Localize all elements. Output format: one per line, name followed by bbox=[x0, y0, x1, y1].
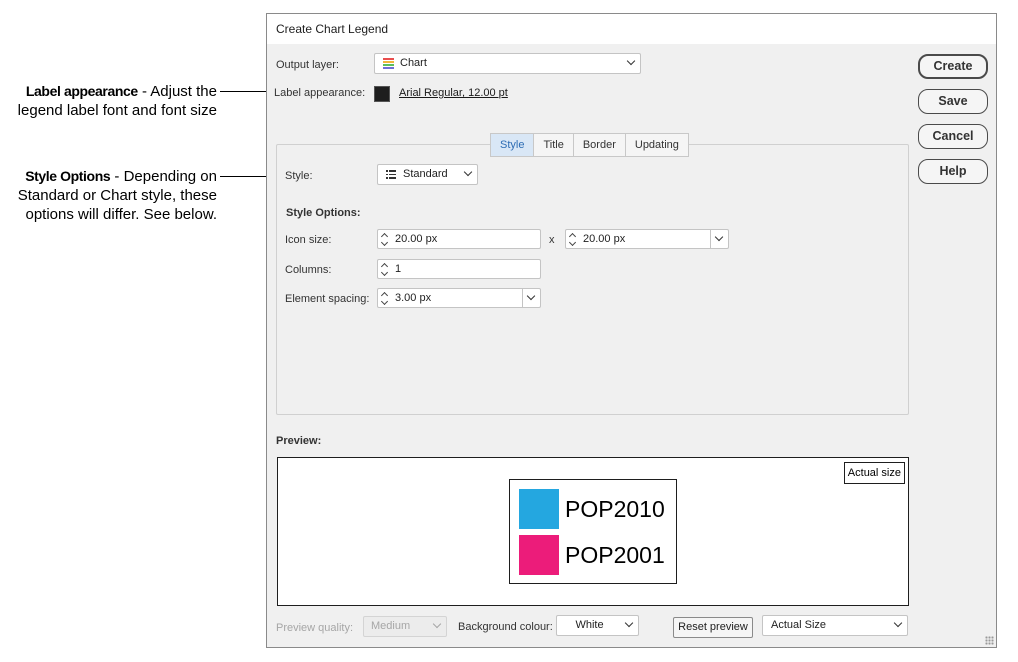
chevron-down-icon bbox=[432, 619, 442, 629]
legend-preview: POP2010 POP2001 bbox=[509, 479, 677, 584]
icon-size-height-input[interactable]: 20.00 px bbox=[565, 229, 729, 249]
chevron-down-icon[interactable] bbox=[710, 230, 728, 248]
columns-input[interactable]: 1 bbox=[377, 259, 541, 279]
spinner-arrows-icon[interactable] bbox=[380, 262, 390, 276]
style-options-heading: Style Options: bbox=[286, 207, 361, 219]
actual-size-badge: Actual size bbox=[843, 462, 905, 484]
chevron-down-icon bbox=[626, 56, 636, 66]
chevron-down-icon bbox=[893, 618, 903, 628]
chevron-down-icon bbox=[463, 167, 473, 177]
zoom-value: Actual Size bbox=[771, 619, 827, 631]
icon-size-width-input[interactable]: 20.00 px bbox=[377, 229, 541, 249]
preview-quality-value: Medium bbox=[371, 620, 411, 632]
annotation-line-2: legend label font and font size bbox=[17, 102, 217, 119]
preview-quality-dropdown[interactable]: Medium bbox=[363, 616, 447, 637]
preview-area: Actual size POP2010 POP2001 bbox=[277, 457, 909, 606]
style-dropdown[interactable]: Standard bbox=[377, 164, 478, 185]
cancel-button[interactable]: Cancel bbox=[918, 124, 988, 149]
label-appearance-label: Label appearance: bbox=[274, 87, 366, 99]
save-button[interactable]: Save bbox=[918, 89, 988, 114]
help-button[interactable]: Help bbox=[918, 159, 988, 184]
preview-quality-label: Preview quality: bbox=[276, 622, 354, 634]
columns-value: 1 bbox=[395, 263, 402, 275]
preview-label: Preview: bbox=[276, 435, 322, 447]
output-layer-label: Output layer: bbox=[276, 59, 339, 71]
dialog-title: Create Chart Legend bbox=[267, 14, 996, 44]
icon-size-separator: x bbox=[549, 234, 555, 246]
legend-swatch bbox=[519, 489, 559, 529]
zoom-dropdown[interactable]: Actual Size bbox=[762, 615, 908, 636]
annotation-line-3: options will differ. See below. bbox=[25, 206, 217, 223]
annotation-style-options: Style Options - Depending on Standard or… bbox=[18, 167, 217, 224]
output-layer-value: Chart bbox=[400, 57, 427, 69]
annotation-label-appearance: Label appearance - Adjust the legend lab… bbox=[18, 82, 217, 120]
chevron-down-icon[interactable] bbox=[522, 289, 540, 307]
background-colour-label: Background colour: bbox=[458, 621, 553, 633]
icon-size-width-value: 20.00 px bbox=[395, 233, 438, 245]
annotation-line-2: Standard or Chart style, these bbox=[17, 187, 217, 204]
tab-title[interactable]: Title bbox=[534, 134, 574, 156]
icon-size-label: Icon size: bbox=[285, 234, 332, 246]
tab-updating[interactable]: Updating bbox=[626, 134, 688, 156]
element-spacing-label: Element spacing: bbox=[285, 293, 370, 305]
annotation-line-1: Style Options - Depending on bbox=[25, 168, 217, 185]
spinner-arrows-icon[interactable] bbox=[380, 291, 390, 305]
resize-grip-icon[interactable] bbox=[985, 636, 994, 645]
label-font-link[interactable]: Arial Regular, 12.00 pt bbox=[399, 87, 508, 99]
annotation-line-1: Label appearance - Adjust the bbox=[25, 83, 217, 100]
reset-preview-button[interactable]: Reset preview bbox=[673, 617, 753, 638]
chevron-down-icon bbox=[624, 618, 634, 628]
spinner-arrows-icon[interactable] bbox=[380, 232, 390, 246]
background-colour-value: White bbox=[575, 619, 604, 631]
legend-item: POP2001 bbox=[519, 535, 669, 575]
style-label: Style: bbox=[285, 170, 313, 182]
create-button[interactable]: Create bbox=[918, 54, 988, 79]
style-tab-panel: Style: Standard Style Options: Icon size… bbox=[276, 144, 909, 415]
background-colour-dropdown[interactable]: White bbox=[556, 615, 639, 636]
legend-swatch bbox=[519, 535, 559, 575]
list-icon bbox=[386, 170, 396, 179]
tab-border[interactable]: Border bbox=[574, 134, 626, 156]
columns-label: Columns: bbox=[285, 264, 332, 276]
create-chart-legend-dialog: Create Chart Legend Output layer: Chart … bbox=[266, 13, 997, 648]
element-spacing-input[interactable]: 3.00 px bbox=[377, 288, 541, 308]
element-spacing-value: 3.00 px bbox=[395, 292, 432, 304]
legend-label: POP2001 bbox=[565, 542, 665, 568]
tab-strip: Style Title Border Updating bbox=[490, 133, 689, 157]
style-value: Standard bbox=[403, 168, 448, 180]
icon-size-height-value: 20.00 px bbox=[583, 233, 626, 245]
legend-item: POP2010 bbox=[519, 489, 669, 529]
label-color-swatch[interactable] bbox=[374, 86, 390, 102]
legend-label: POP2010 bbox=[565, 496, 665, 522]
output-layer-dropdown[interactable]: Chart bbox=[374, 53, 641, 74]
spinner-arrows-icon[interactable] bbox=[568, 232, 578, 246]
tab-style[interactable]: Style bbox=[491, 134, 535, 156]
chart-layer-icon bbox=[383, 58, 394, 69]
